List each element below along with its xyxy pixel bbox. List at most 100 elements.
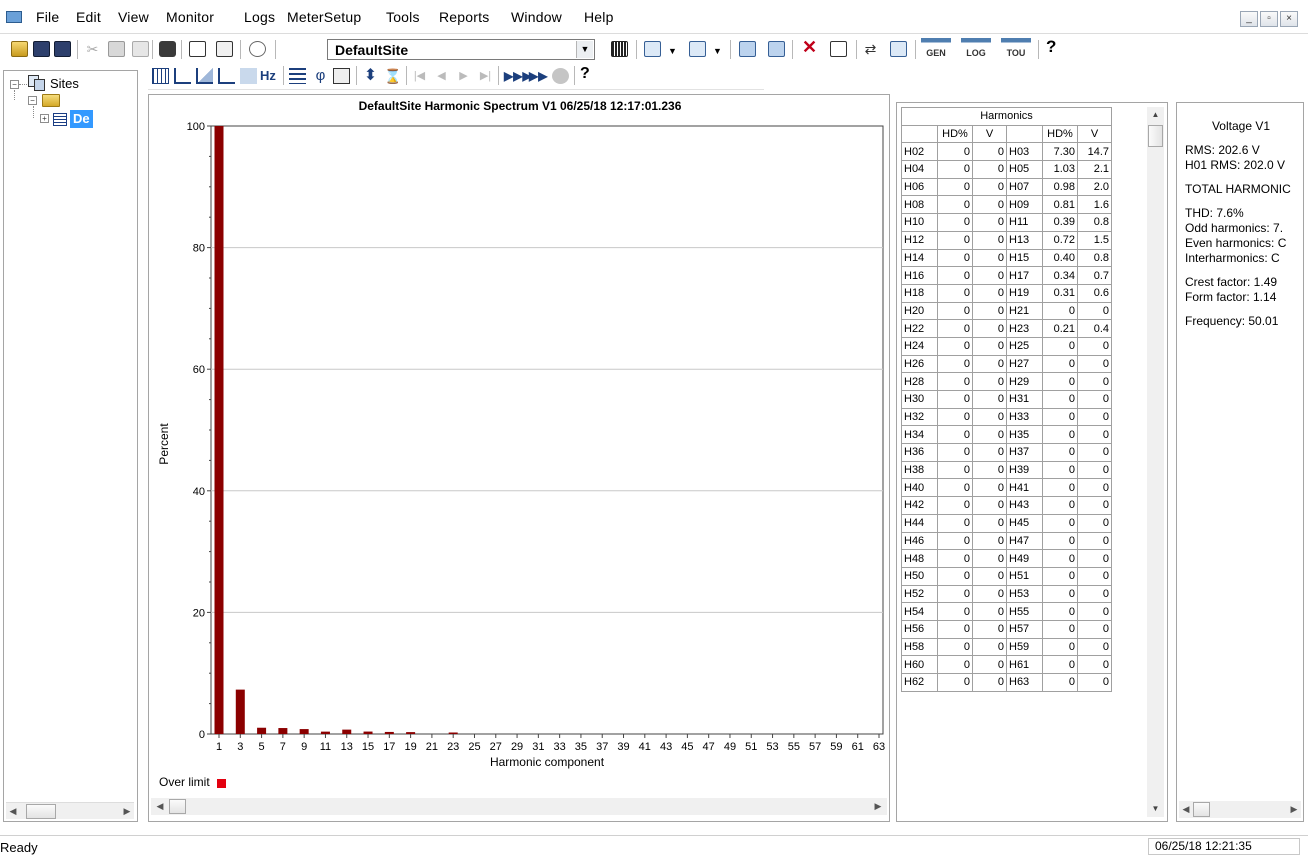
harmonic-name: H52	[901, 584, 938, 604]
menu-help[interactable]: Help	[584, 9, 614, 25]
minimize-icon[interactable]: _	[1240, 11, 1258, 27]
scroll-right-icon[interactable]: ▶	[120, 803, 134, 820]
scroll-thumb[interactable]	[1148, 125, 1163, 147]
tou-report-icon[interactable]: TOU	[1001, 38, 1031, 60]
harmonic-name: H55	[1006, 602, 1043, 621]
scroll-right-icon[interactable]: ▶	[871, 798, 885, 815]
status-bar: Ready 06/25/18 12:21:35	[0, 835, 1308, 855]
menu-tools[interactable]: Tools	[386, 9, 420, 25]
last-icon[interactable]: ▶|	[477, 68, 494, 84]
harmonic-v: 0.6	[1077, 283, 1112, 303]
scroll-thumb[interactable]	[26, 804, 56, 819]
menu-metersetup[interactable]: MeterSetup	[287, 9, 361, 25]
folder-open-icon[interactable]	[11, 41, 28, 57]
copy-icon[interactable]	[108, 41, 125, 57]
play-icon[interactable]: ▶▶	[529, 68, 547, 84]
scroll-down-icon[interactable]: ▼	[1147, 801, 1164, 817]
voltage-info-panel: Voltage V1 RMS: 202.6 V H01 RMS: 202.0 V T…	[1176, 102, 1304, 822]
next-icon[interactable]: ▶	[455, 68, 472, 84]
log-view-icon[interactable]	[689, 41, 706, 57]
table-view-icon[interactable]	[611, 41, 628, 57]
bar-h13	[342, 729, 352, 734]
tree-item-device[interactable]: De	[70, 110, 93, 128]
scroll-thumb[interactable]	[1193, 802, 1210, 817]
harmonic-name: H12	[901, 230, 938, 250]
properties-icon[interactable]	[333, 68, 350, 84]
monitor-icon[interactable]	[644, 41, 661, 57]
menu-monitor[interactable]: Monitor	[166, 9, 214, 25]
collapse-icon[interactable]: −	[28, 96, 37, 105]
scroll-left-icon[interactable]: ◀	[153, 798, 167, 815]
harmonic-hd: 0	[937, 478, 973, 498]
prev-icon[interactable]: ◀	[433, 68, 450, 84]
dropdown-arrow-icon[interactable]: ▼	[713, 46, 722, 56]
grid-icon[interactable]	[152, 68, 169, 84]
spectrum-icon[interactable]	[240, 68, 257, 84]
menu-reports[interactable]: Reports	[439, 9, 489, 25]
save-all-icon[interactable]	[54, 41, 71, 57]
delete-icon[interactable]: ✕	[802, 37, 817, 58]
tree-item-sites[interactable]: Sites	[50, 76, 79, 91]
menu-bar: File Edit View Monitor Logs MeterSetup Tools Re…	[0, 0, 1308, 34]
scroll-right-icon[interactable]: ▶	[1287, 801, 1301, 818]
menu-file[interactable]: File	[36, 9, 59, 25]
harmonic-hd: 0	[937, 319, 973, 338]
harmonic-hd: 0	[937, 566, 973, 586]
scroll-up-icon[interactable]: ▲	[1147, 107, 1164, 123]
harmonics-vertical-scrollbar[interactable]: ▲ ▼	[1147, 107, 1164, 817]
menu-view[interactable]: View	[118, 9, 149, 25]
harmonic-name: H44	[901, 513, 938, 533]
chevron-down-icon[interactable]: ▼	[576, 41, 593, 58]
connect-icon[interactable]	[249, 41, 266, 57]
multi-line-icon[interactable]	[196, 68, 213, 84]
harmonic-name: H39	[1006, 460, 1043, 480]
help-icon[interactable]: ?	[1046, 37, 1056, 57]
restore-icon[interactable]: ▫	[1260, 11, 1278, 27]
close-icon[interactable]: ×	[1280, 11, 1298, 27]
chart-horizontal-scrollbar[interactable]: ◀ ▶	[151, 798, 887, 815]
hourglass-icon[interactable]: ⌛	[384, 68, 401, 84]
stop-icon[interactable]	[552, 68, 569, 84]
area-chart-icon[interactable]	[218, 68, 235, 84]
info-horizontal-scrollbar[interactable]: ◀ ▶	[1179, 801, 1301, 818]
site-select[interactable]: DefaultSite ▼	[327, 39, 595, 60]
waveform-icon[interactable]	[768, 41, 785, 57]
dropdown-arrow-icon[interactable]: ▼	[668, 46, 677, 56]
export-icon[interactable]	[890, 41, 907, 57]
phasor-icon[interactable]: φ	[312, 68, 329, 84]
app-icon[interactable]	[6, 11, 22, 23]
harmonic-name: H61	[1006, 655, 1043, 674]
scroll-left-icon[interactable]: ◀	[6, 803, 20, 820]
line-chart-icon[interactable]	[174, 68, 191, 84]
fast-forward-icon[interactable]: ▶▶▶	[504, 68, 532, 84]
view-icon[interactable]	[189, 41, 206, 57]
tree-horizontal-scrollbar[interactable]: ◀ ▶	[6, 802, 134, 819]
properties-icon[interactable]	[216, 41, 233, 57]
first-icon[interactable]: |◀	[411, 68, 428, 84]
menu-edit[interactable]: Edit	[76, 9, 101, 25]
expand-icon[interactable]: +	[40, 114, 49, 123]
chart-icon[interactable]	[739, 41, 756, 57]
list-icon[interactable]	[289, 68, 306, 84]
frequency-icon[interactable]: Hz	[260, 68, 276, 83]
save-icon[interactable]	[33, 41, 50, 57]
folder-icon[interactable]	[42, 94, 60, 107]
scroll-left-icon[interactable]: ◀	[1179, 801, 1193, 818]
harmonic-v: 0	[1077, 425, 1112, 445]
harmonic-hd: 0	[937, 637, 973, 657]
menu-logs[interactable]: Logs	[244, 9, 275, 25]
up-down-icon[interactable]: ⬍	[362, 68, 379, 84]
collapse-icon[interactable]: −	[10, 80, 19, 89]
transfer-icon[interactable]: ⇄	[862, 41, 879, 57]
clock-icon[interactable]	[830, 41, 847, 57]
harmonic-hd: 0	[937, 372, 973, 391]
help-icon[interactable]: ?	[580, 65, 590, 83]
menu-window[interactable]: Window	[511, 9, 562, 25]
print-icon[interactable]	[159, 41, 176, 57]
paste-icon[interactable]	[132, 41, 149, 57]
gen-report-icon[interactable]: GEN	[921, 38, 951, 60]
scroll-thumb[interactable]	[169, 799, 186, 814]
harmonic-hd: 0.21	[1042, 319, 1078, 338]
cut-icon[interactable]: ✂	[84, 41, 101, 57]
log-report-icon[interactable]: LOG	[961, 38, 991, 60]
